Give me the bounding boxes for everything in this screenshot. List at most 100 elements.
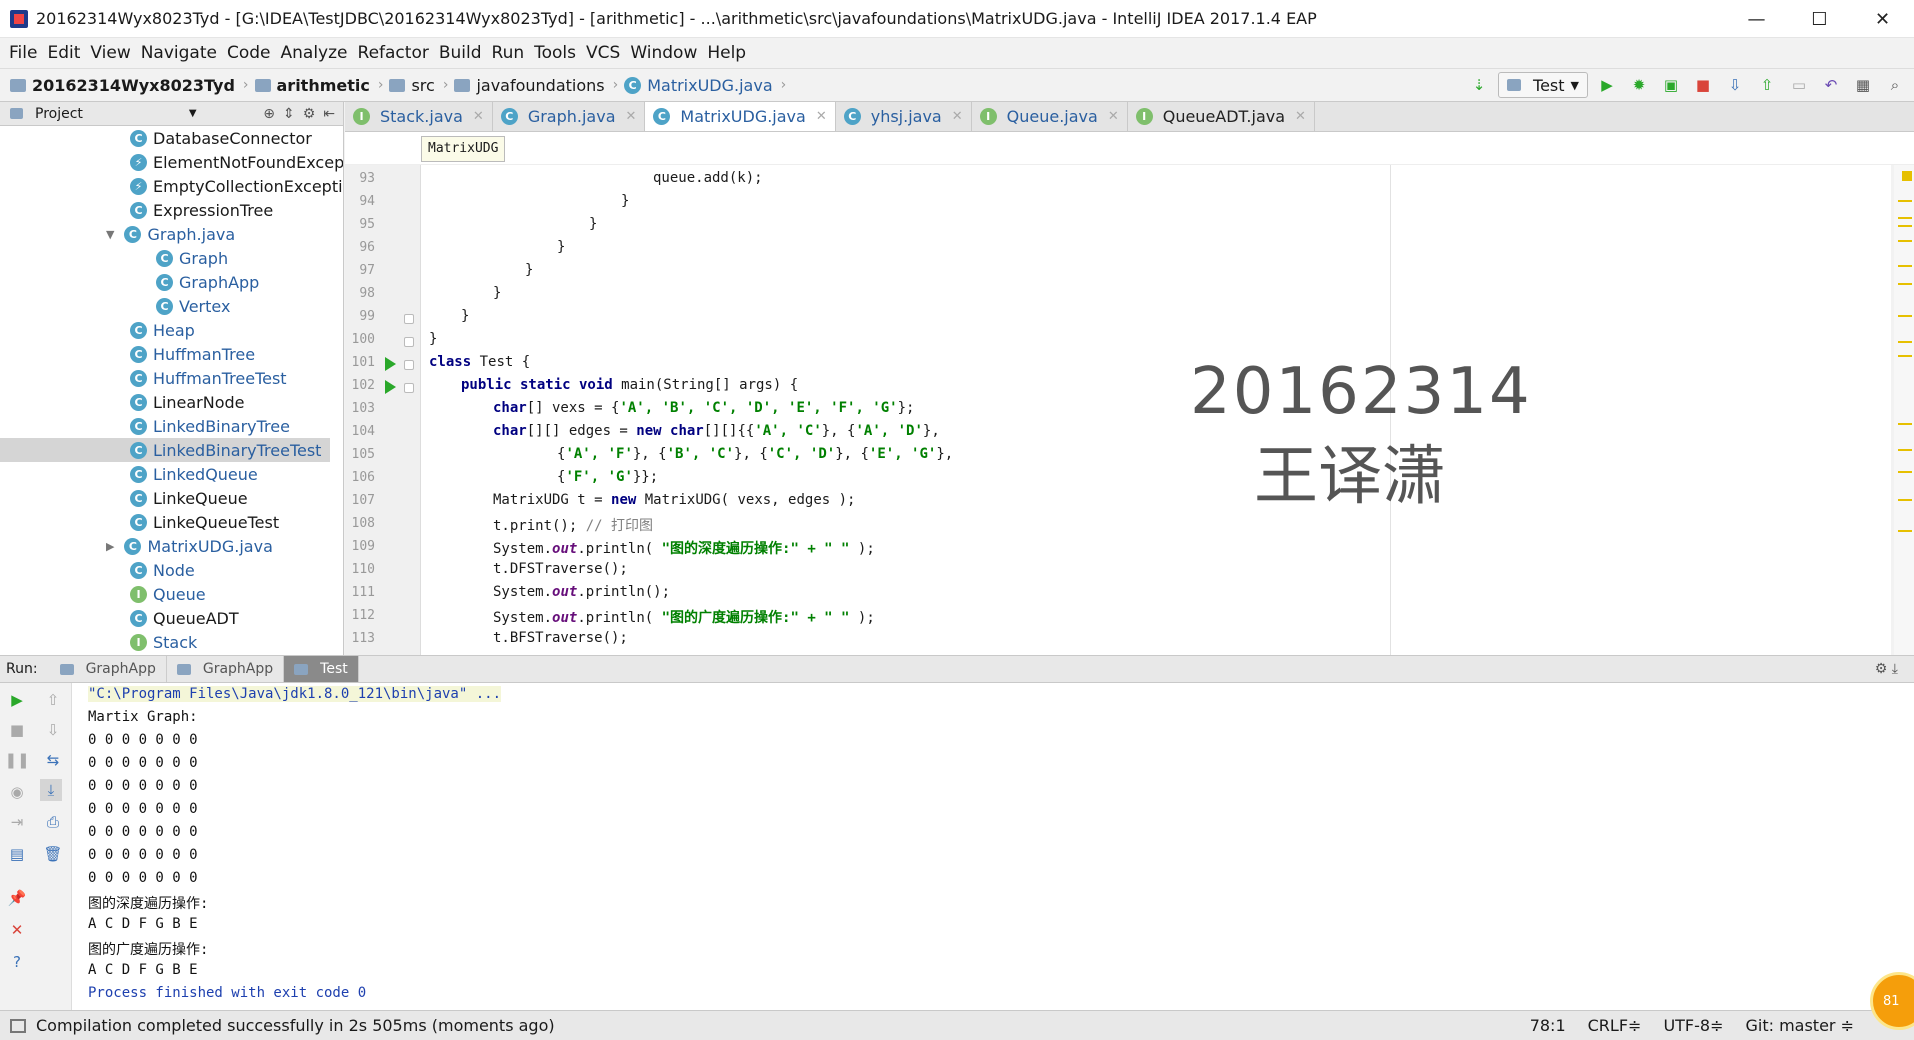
tab-yhsj-java[interactable]: Cyhsj.java ✕ [836,102,972,131]
tree-item-databaseconnector[interactable]: C DatabaseConnector [130,126,312,150]
run-tab-graphapp-2[interactable]: GraphApp [167,656,285,682]
line-separator[interactable]: CRLF≑ [1588,1016,1642,1035]
file-encoding[interactable]: UTF-8≑ [1663,1016,1723,1035]
menu-view[interactable]: View [85,43,135,63]
coverage-icon[interactable]: ▣ [1658,72,1684,98]
clear-all-icon[interactable]: 🗑 [42,843,64,865]
tree-item-graph[interactable]: C Graph [156,246,228,270]
tree-item-queue[interactable]: I Queue [130,582,206,606]
menu-vcs[interactable]: VCS [581,43,625,63]
vcs-compare-icon[interactable]: ▭ [1786,72,1812,98]
tree-item-queueadt[interactable]: C QueueADT [130,606,239,630]
run-settings-icon[interactable]: ⚙ ⤓ [1875,661,1898,677]
fold-marker-icon[interactable] [404,314,414,324]
search-icon[interactable]: ⌕ [1882,72,1908,98]
menu-edit[interactable]: Edit [42,43,85,63]
tab-graph-java[interactable]: C Graph.java ✕ [493,102,646,131]
menu-help[interactable]: Help [702,43,751,63]
run-console[interactable]: "C:\Program Files\Java\jdk1.8.0_121\bin\… [72,683,1914,1010]
collapsed-arrow-icon[interactable]: ▶ [106,540,114,553]
tree-item-node[interactable]: C Node [130,558,195,582]
breadcrumb-src[interactable]: src › [389,76,448,95]
tree-item-huffmantreetest[interactable]: C HuffmanTreeTest [130,366,287,390]
pause-icon[interactable]: ❚❚ [4,749,29,771]
breadcrumb-project[interactable]: 20162314Wyx8023Tyd › [10,76,249,95]
menu-navigate[interactable]: Navigate [136,43,222,63]
caret-position[interactable]: 78:1 [1530,1016,1566,1035]
scroll-down-icon[interactable]: ⇩ [42,719,64,741]
tree-item-heap[interactable]: C Heap [130,318,195,342]
tree-item-elementnotfound[interactable]: ⚡ ElementNotFoundExcep [130,150,343,174]
help-icon[interactable]: ? [6,951,28,973]
tree-item-huffmantree[interactable]: C HuffmanTree [130,342,255,366]
breadcrumb-module[interactable]: arithmetic › [254,76,383,95]
tree-item-matrixudg-java[interactable]: ▶ C MatrixUDG.java [106,534,273,558]
tree-item-linearnode[interactable]: C LinearNode [130,390,244,414]
tree-item-stack[interactable]: I Stack [130,630,197,654]
debug-icon[interactable]: ✹ [1626,72,1652,98]
tab-matrixudg-java[interactable]: C MatrixUDG.java ✕ [645,102,836,131]
print-icon[interactable]: ⎙ [42,811,64,833]
close-tab-icon[interactable]: ✕ [1295,109,1306,124]
run-tab-graphapp-1[interactable]: GraphApp [50,656,167,682]
rerun-icon[interactable]: ▶ [6,689,28,711]
settings-icon[interactable]: ⚙ [303,106,316,122]
stop-icon[interactable]: ■ [1690,72,1716,98]
fold-marker-icon[interactable] [404,360,414,370]
tree-item-vertex[interactable]: C Vertex [156,294,230,318]
scroll-to-end-icon[interactable]: ⤓ [40,779,62,801]
git-branch[interactable]: Git: master ≑ [1745,1016,1854,1035]
close-tab-icon[interactable]: ✕ [626,109,637,124]
menu-refactor[interactable]: Refactor [353,43,434,63]
menu-build[interactable]: Build [434,43,487,63]
close-tab-icon[interactable]: ✕ [473,109,484,124]
tree-item-linkedbinarytree[interactable]: C LinkedBinaryTree [130,414,290,438]
tree-item-graph-java[interactable]: ▼ C Graph.java [106,222,235,246]
run-configuration-select[interactable]: Test ▼ [1498,72,1588,98]
editor-error-stripe[interactable] [1894,165,1914,655]
project-structure-icon[interactable]: ▦ [1850,72,1876,98]
code-editor[interactable]: queue.add(k); } } } } } } } class Test {… [421,165,1891,655]
menu-run[interactable]: Run [487,43,530,63]
expanded-arrow-icon[interactable]: ▼ [106,228,114,241]
hide-icon[interactable]: ⇤ [323,106,335,122]
menu-file[interactable]: File [4,43,42,63]
menu-window[interactable]: Window [625,43,702,63]
maximize-button[interactable]: ☐ [1788,0,1851,38]
breadcrumb-package[interactable]: javafoundations › [454,76,618,95]
build-icon[interactable]: ⇣ [1466,72,1492,98]
locate-icon[interactable]: ⊕ [263,106,275,122]
close-tab-icon[interactable]: ✕ [816,109,827,124]
project-panel-header[interactable]: Project ▼ ⊕ ⇕ ⚙ ⇤ [0,102,343,126]
run-icon[interactable]: ▶ [1594,72,1620,98]
vcs-commit-icon[interactable]: ⇧ [1754,72,1780,98]
tool-windows-icon[interactable] [10,1018,26,1033]
tree-item-expressiontree[interactable]: C ExpressionTree [130,198,273,222]
restore-layout-icon[interactable]: ▤ [6,843,28,865]
exit-icon[interactable]: ⇥ [6,811,28,833]
breadcrumb-file[interactable]: C MatrixUDG.java › [624,76,786,95]
tree-item-linkequeue[interactable]: C LinkeQueue [130,486,248,510]
pin-tab-icon[interactable]: 📌 [6,887,28,909]
tree-item-linkedqueue[interactable]: C LinkedQueue [130,462,258,486]
collapse-icon[interactable]: ⇕ [283,106,295,122]
status-message[interactable]: Compilation completed successfully in 2s… [36,1016,555,1035]
fold-marker-icon[interactable] [404,383,414,393]
minimize-button[interactable]: — [1725,0,1788,38]
run-main-gutter-icon[interactable] [385,380,396,394]
menu-tools[interactable]: Tools [529,43,581,63]
vcs-update-icon[interactable]: ⇩ [1722,72,1748,98]
tree-item-graphapp[interactable]: C GraphApp [156,270,259,294]
menu-analyze[interactable]: Analyze [276,43,353,63]
run-class-gutter-icon[interactable] [385,357,396,371]
fold-marker-icon[interactable] [404,337,414,347]
tree-item-linkequeuetest[interactable]: C LinkeQueueTest [130,510,279,534]
close-tab-icon[interactable]: ✕ [952,109,963,124]
tree-item-linkedbinarytreetest[interactable]: C LinkedBinaryTreeTest [0,438,330,462]
close-tab-icon[interactable]: ✕ [1108,109,1119,124]
tab-queueadt-java[interactable]: I QueueADT.java ✕ [1128,102,1315,131]
close-button[interactable]: ✕ [1851,0,1914,38]
stop-icon[interactable]: ■ [6,719,28,741]
revert-icon[interactable]: ↶ [1818,72,1844,98]
tree-item-emptycollection[interactable]: ⚡ EmptyCollectionExcepti [130,174,343,198]
